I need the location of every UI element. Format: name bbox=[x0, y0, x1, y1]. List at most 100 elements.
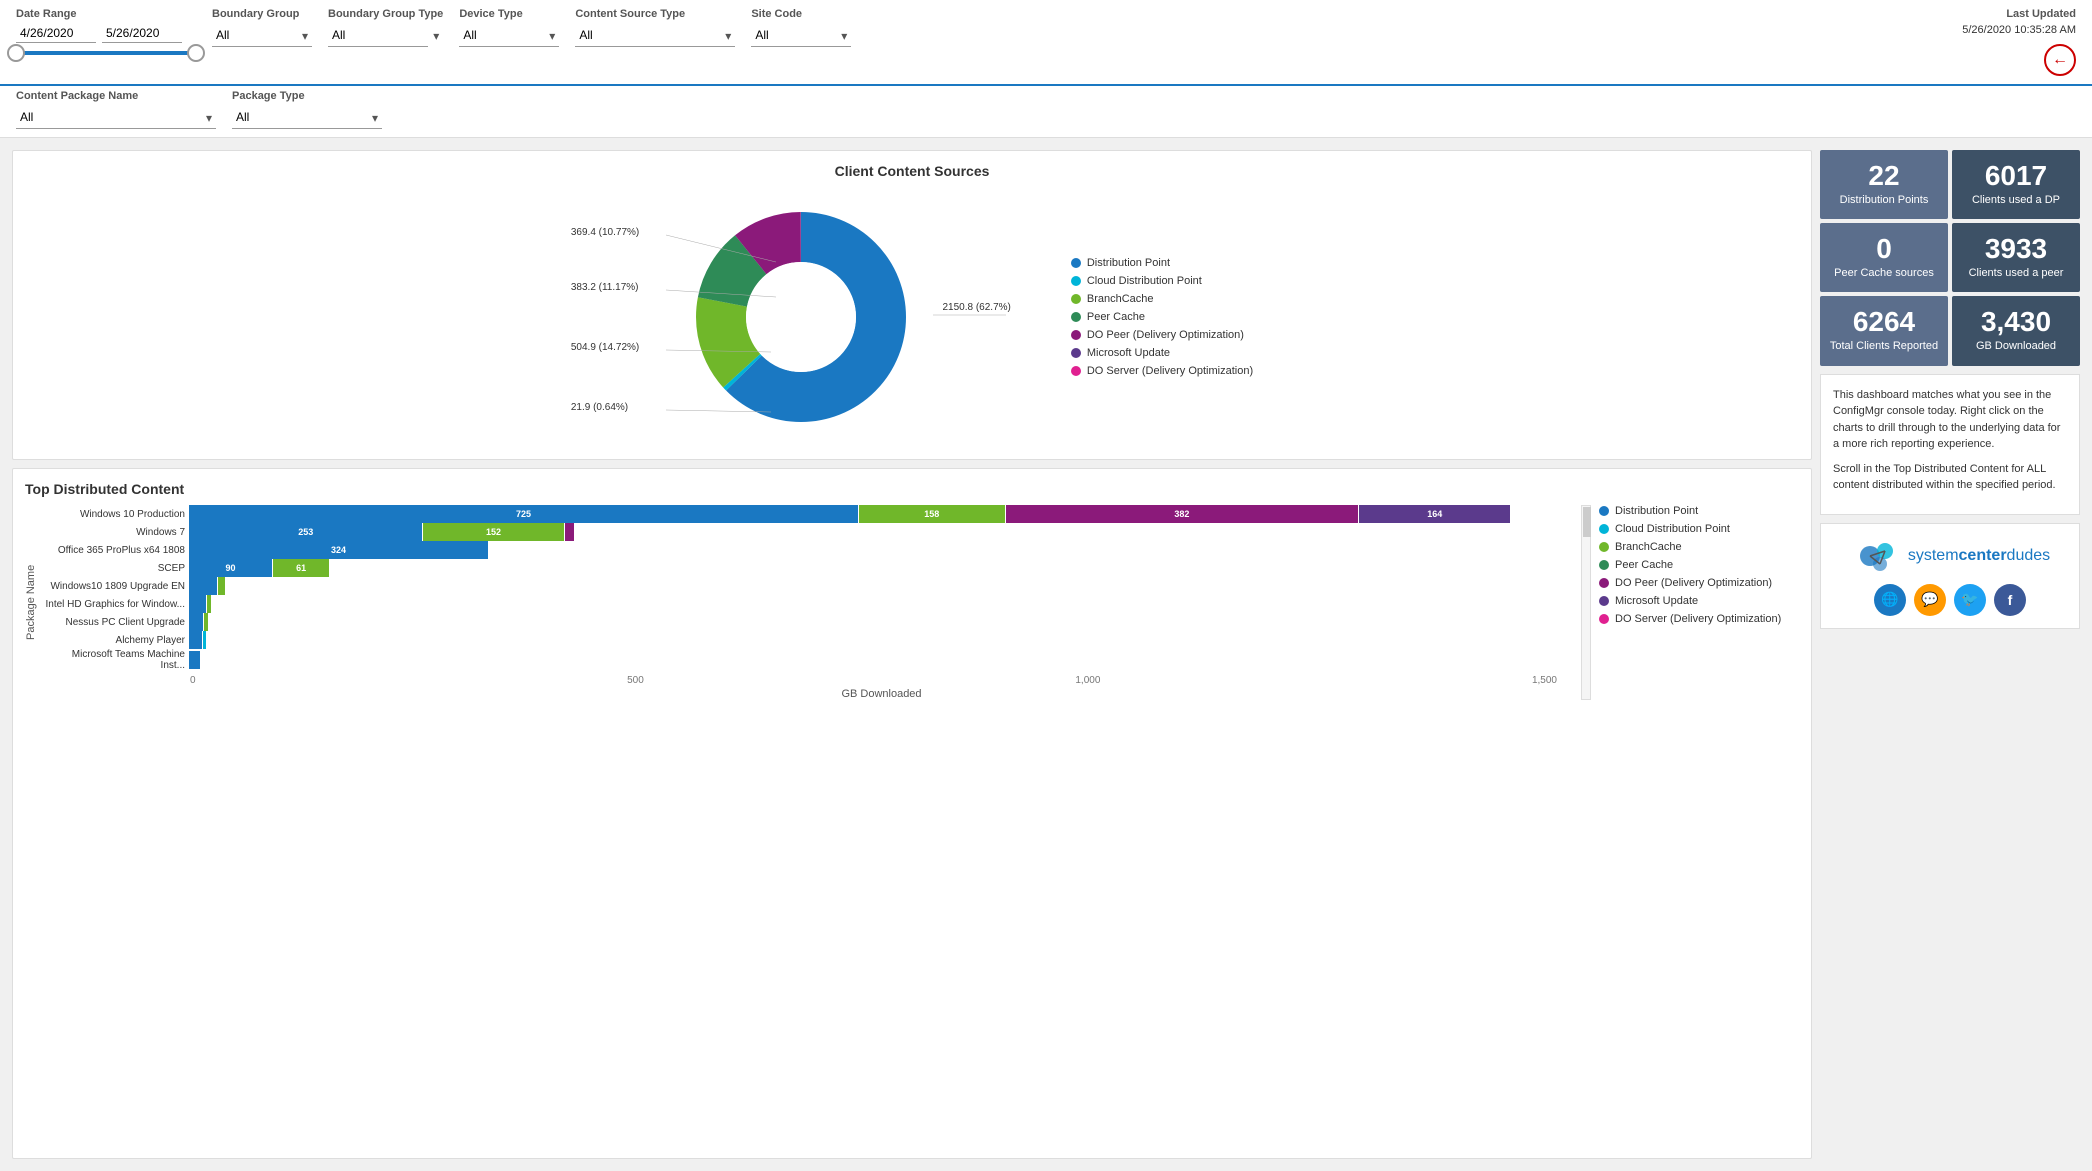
bar-row-5: Intel HD Graphics for Window... bbox=[45, 595, 1573, 613]
bar-segment-0-2: 382 bbox=[1006, 505, 1358, 523]
stat-dp-label: Distribution Points bbox=[1840, 194, 1929, 207]
bar-legend-label-peer-cache: Peer Cache bbox=[1615, 559, 1673, 571]
date-range-label: Date Range bbox=[16, 8, 196, 20]
logo-text-1: system bbox=[1908, 547, 1959, 564]
donut-chart-area: 369.4 (10.77%) 383.2 (11.17%) 504.9 (14.… bbox=[25, 187, 1799, 447]
back-button[interactable]: ← bbox=[2044, 44, 2076, 76]
stat-total-clients-label: Total Clients Reported bbox=[1830, 340, 1938, 353]
boundary-group-type-select[interactable]: All bbox=[328, 24, 428, 47]
device-type-filter: Device Type All bbox=[459, 8, 559, 47]
bar-legend-dot-ms-update bbox=[1599, 596, 1609, 606]
stat-clients-peer-number: 3933 bbox=[1985, 235, 2047, 263]
chat-icon-btn[interactable]: 💬 bbox=[1914, 584, 1946, 616]
bar-row-bars-8 bbox=[189, 651, 1573, 669]
bar-segment-6-0 bbox=[189, 613, 203, 631]
bar-legend-cloud-dp: Cloud Distribution Point bbox=[1599, 523, 1799, 535]
bar-legend-label-branchcache: BranchCache bbox=[1615, 541, 1682, 553]
bar-legend-dot-do-peer bbox=[1599, 578, 1609, 588]
bar-row-label-7: Alchemy Player bbox=[45, 635, 185, 646]
date-slider[interactable] bbox=[16, 51, 196, 55]
x-axis-ticks: 0 500 1,000 1,500 bbox=[45, 675, 1573, 686]
bar-row-3: SCEP9061 bbox=[45, 559, 1573, 577]
logo-icon bbox=[1850, 536, 1900, 576]
bar-row-label-4: Windows10 1809 Upgrade EN bbox=[45, 581, 185, 592]
bar-legend-dot-cloud-dp bbox=[1599, 524, 1609, 534]
legend-dot-cloud-dp bbox=[1071, 276, 1081, 286]
boundary-group-label: Boundary Group bbox=[212, 8, 312, 20]
bar-row-bars-1: 253152 bbox=[189, 523, 1573, 541]
bar-segment-0-1: 158 bbox=[859, 505, 1005, 523]
content-source-type-filter: Content Source Type All bbox=[575, 8, 735, 47]
bar-row-bars-5 bbox=[189, 595, 1573, 613]
info-text-1: This dashboard matches what you see in t… bbox=[1833, 387, 2067, 453]
legend-item-do-server: DO Server (Delivery Optimization) bbox=[1071, 365, 1253, 377]
bar-segment-3-1: 61 bbox=[273, 559, 329, 577]
content-source-type-select[interactable]: All bbox=[575, 24, 735, 47]
package-type-filter: Package Type All bbox=[232, 90, 382, 129]
bar-legend-label-cloud-dp: Cloud Distribution Point bbox=[1615, 523, 1730, 535]
stat-clients-peer: 3933 Clients used a peer bbox=[1952, 223, 2080, 292]
bar-row-label-0: Windows 10 Production bbox=[45, 509, 185, 520]
twitter-icon-btn[interactable]: 🐦 bbox=[1954, 584, 1986, 616]
social-icons: 🌐 💬 🐦 f bbox=[1874, 584, 2026, 616]
stat-clients-peer-label: Clients used a peer bbox=[1969, 267, 2064, 280]
top-bar: Date Range Boundary Group All Boundary G… bbox=[0, 0, 2092, 86]
bar-segment-1-0: 253 bbox=[189, 523, 422, 541]
bar-row-4: Windows10 1809 Upgrade EN bbox=[45, 577, 1573, 595]
slider-thumb-left[interactable] bbox=[7, 44, 25, 62]
bar-segment-5-0 bbox=[189, 595, 206, 613]
legend-item-do-peer: DO Peer (Delivery Optimization) bbox=[1071, 329, 1253, 341]
bar-chart-content: Windows 10 Production725158382164Windows… bbox=[45, 505, 1573, 700]
content-package-name-select[interactable]: All bbox=[16, 106, 216, 129]
bar-legend-dot-dp bbox=[1599, 506, 1609, 516]
bar-legend-dp: Distribution Point bbox=[1599, 505, 1799, 517]
site-code-select[interactable]: All bbox=[751, 24, 851, 47]
donut-wrapper: 369.4 (10.77%) 383.2 (11.17%) 504.9 (14.… bbox=[571, 187, 1051, 447]
boundary-group-select[interactable]: All bbox=[212, 24, 312, 47]
x-tick-0: 0 bbox=[190, 675, 196, 686]
device-type-select[interactable]: All bbox=[459, 24, 559, 47]
bar-chart-scrollbar[interactable] bbox=[1581, 505, 1591, 700]
globe-icon-btn[interactable]: 🌐 bbox=[1874, 584, 1906, 616]
legend-item-cloud-dp: Cloud Distribution Point bbox=[1071, 275, 1253, 287]
date-from-input[interactable] bbox=[16, 24, 96, 43]
last-updated-label: Last Updated bbox=[2006, 8, 2076, 20]
stat-total-clients-number: 6264 bbox=[1853, 308, 1915, 336]
connector-lines bbox=[571, 187, 1051, 447]
package-type-label: Package Type bbox=[232, 90, 382, 102]
info-text-2: Scroll in the Top Distributed Content fo… bbox=[1833, 461, 2067, 494]
legend-label-do-peer: DO Peer (Delivery Optimization) bbox=[1087, 329, 1244, 341]
bar-row-label-2: Office 365 ProPlus x64 1808 bbox=[45, 545, 185, 556]
bar-legend-branchcache: BranchCache bbox=[1599, 541, 1799, 553]
bar-legend-label-dp: Distribution Point bbox=[1615, 505, 1698, 517]
bar-row-1: Windows 7253152 bbox=[45, 523, 1573, 541]
last-updated-group: Last Updated 5/26/2020 10:35:28 AM ← bbox=[1962, 8, 2076, 76]
bar-legend-peer-cache: Peer Cache bbox=[1599, 559, 1799, 571]
package-type-select[interactable]: All bbox=[232, 106, 382, 129]
bar-segment-7-1 bbox=[203, 631, 206, 649]
boundary-group-type-label: Boundary Group Type bbox=[328, 8, 443, 20]
boundary-group-filter: Boundary Group All bbox=[212, 8, 312, 47]
bar-segment-6-1 bbox=[204, 613, 208, 631]
stat-peer-cache-number: 0 bbox=[1876, 235, 1892, 263]
bar-legend-label-do-peer: DO Peer (Delivery Optimization) bbox=[1615, 577, 1772, 589]
bar-legend-label-ms-update: Microsoft Update bbox=[1615, 595, 1698, 607]
bar-row-label-5: Intel HD Graphics for Window... bbox=[45, 599, 185, 610]
bar-legend-ms-update: Microsoft Update bbox=[1599, 595, 1799, 607]
bar-legend-do-server: DO Server (Delivery Optimization) bbox=[1599, 613, 1799, 625]
facebook-icon-btn[interactable]: f bbox=[1994, 584, 2026, 616]
bar-segment-1-1: 152 bbox=[423, 523, 563, 541]
x-tick-1500: 1,500 bbox=[1532, 675, 1557, 686]
bar-row-7: Alchemy Player bbox=[45, 631, 1573, 649]
bar-y-axis-label: Package Name bbox=[25, 505, 37, 700]
stat-peer-cache-label: Peer Cache sources bbox=[1834, 267, 1934, 280]
x-tick-500: 500 bbox=[627, 675, 644, 686]
bar-segment-7-0 bbox=[189, 631, 202, 649]
content-package-name-label: Content Package Name bbox=[16, 90, 216, 102]
bar-row-label-8: Microsoft Teams Machine Inst... bbox=[45, 649, 185, 671]
date-to-input[interactable] bbox=[102, 24, 182, 43]
bar-chart-scroll[interactable]: Windows 10 Production725158382164Windows… bbox=[45, 505, 1573, 671]
slider-thumb-right[interactable] bbox=[187, 44, 205, 62]
donut-legend: Distribution Point Cloud Distribution Po… bbox=[1071, 257, 1253, 377]
last-updated-value: 5/26/2020 10:35:28 AM bbox=[1962, 24, 2076, 36]
